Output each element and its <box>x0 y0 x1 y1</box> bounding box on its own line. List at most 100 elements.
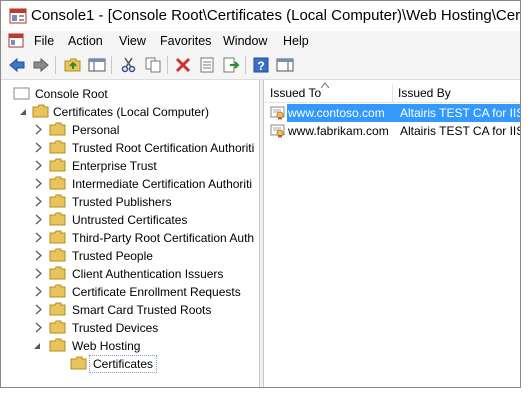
delete-icon <box>175 57 191 73</box>
expand-arrow-icon[interactable] <box>34 268 43 279</box>
cut-button[interactable] <box>119 55 139 75</box>
expand-arrow-icon[interactable] <box>34 232 43 243</box>
tree-node-store[interactable]: Enterprise Trust <box>25 157 259 175</box>
menu-action[interactable]: Action <box>68 34 103 48</box>
collapse-arrow-icon[interactable] <box>33 340 42 351</box>
folder-icon <box>49 140 66 154</box>
expand-arrow-icon[interactable] <box>34 286 43 297</box>
toolbar: ? <box>1 51 520 80</box>
menu-help[interactable]: Help <box>283 34 309 48</box>
menu-file[interactable]: File <box>34 34 54 48</box>
tree-node-label: Third-Party Root Certification Auth <box>72 231 255 245</box>
tree-node-label: Trusted Devices <box>72 321 159 335</box>
help-button[interactable]: ? <box>251 55 271 75</box>
title-bar[interactable]: Console1 - [Console Root\Certificates (L… <box>1 1 520 32</box>
console-tree: Console Root Certificates (Local Compute… <box>1 80 260 387</box>
cell-issued-to: www.fabrikam.com <box>288 124 389 138</box>
sort-ascending-icon <box>321 82 329 88</box>
export-list-button[interactable] <box>221 55 241 75</box>
folder-icon <box>49 194 66 208</box>
expand-arrow-icon[interactable] <box>34 322 43 333</box>
expand-arrow-icon[interactable] <box>34 178 43 189</box>
tree-node-store[interactable]: Trusted Publishers <box>25 193 259 211</box>
tree-node-web-hosting-certificates[interactable]: Certificates <box>65 355 158 373</box>
folder-icon <box>49 212 66 226</box>
window-title: Console1 - [Console Root\Certificates (L… <box>31 7 521 24</box>
tree-node-console-root[interactable]: Console Root <box>5 85 205 103</box>
certificate-icon <box>270 106 285 120</box>
expand-arrow-icon[interactable] <box>34 160 43 171</box>
folder-icon <box>49 266 66 280</box>
back-icon <box>9 57 25 73</box>
certificate-store-icon <box>32 104 49 118</box>
back-button[interactable] <box>7 55 27 75</box>
toolbar-separator <box>55 56 56 74</box>
tree-node-label: Certificate Enrollment Requests <box>72 285 241 299</box>
tree-node-store[interactable]: Trusted Root Certification Authoriti <box>25 139 259 157</box>
certificate-icon <box>270 124 285 138</box>
column-header-issued-by[interactable]: Issued By <box>398 86 451 100</box>
tree-node-store[interactable]: Web Hosting <box>25 337 259 355</box>
expand-arrow-icon[interactable] <box>34 196 43 207</box>
tree-node-store[interactable]: Third-Party Root Certification Auth <box>25 229 259 247</box>
collapse-arrow-icon[interactable] <box>19 106 28 117</box>
up-one-level-button[interactable] <box>63 55 83 75</box>
torn-edge-right <box>521 0 531 403</box>
expand-arrow-icon[interactable] <box>34 250 43 261</box>
menu-favorites[interactable]: Favorites <box>160 34 211 48</box>
cell-issued-to: www.contoso.com <box>287 104 396 122</box>
column-header-issued-to[interactable]: Issued To <box>270 86 321 100</box>
properties-button[interactable] <box>197 55 217 75</box>
tree-node-store[interactable]: Untrusted Certificates <box>25 211 259 229</box>
menu-window[interactable]: Window <box>223 34 267 48</box>
tree-node-store[interactable]: Client Authentication Issuers <box>25 265 259 283</box>
export-list-icon <box>223 57 240 73</box>
folder-icon <box>49 284 66 298</box>
tree-node-label: Client Authentication Issuers <box>72 267 224 281</box>
expand-arrow-icon[interactable] <box>34 142 43 153</box>
tree-node-store[interactable]: Trusted People <box>25 247 259 265</box>
expand-arrow-icon[interactable] <box>34 124 43 135</box>
tree-node-store[interactable]: Smart Card Trusted Roots <box>25 301 259 319</box>
column-divider[interactable] <box>392 84 393 102</box>
tree-node-certificates-local-computer[interactable]: Certificates (Local Computer) <box>5 103 255 121</box>
folder-icon <box>70 356 87 370</box>
expand-arrow-icon[interactable] <box>34 304 43 315</box>
forward-icon <box>33 57 49 73</box>
tree-node-label: Trusted People <box>72 249 153 263</box>
copy-button[interactable] <box>143 55 163 75</box>
tree-node-label: Console Root <box>35 87 108 101</box>
expand-arrow-icon[interactable] <box>34 214 43 225</box>
tree-node-label: Enterprise Trust <box>72 159 157 173</box>
show-hide-tree-icon <box>88 58 106 72</box>
cut-icon <box>121 57 136 73</box>
menu-view[interactable]: View <box>119 34 146 48</box>
folder-icon <box>49 230 66 244</box>
mmc-app-icon <box>9 8 27 24</box>
tree-node-label: Intermediate Certification Authoriti <box>72 177 253 191</box>
toolbar-separator <box>111 56 112 74</box>
properties-icon <box>200 57 214 73</box>
show-hide-tree-button[interactable] <box>87 55 107 75</box>
tree-node-store[interactable]: Certificate Enrollment Requests <box>25 283 259 301</box>
tree-node-label: Certificates (Local Computer) <box>53 105 210 119</box>
forward-button[interactable] <box>31 55 51 75</box>
certificate-row[interactable]: www.fabrikam.com Altairis TEST CA for IIS… <box>266 122 520 140</box>
toolbar-separator <box>245 56 246 74</box>
tree-node-store[interactable]: Trusted Devices <box>25 319 259 337</box>
tree-node-label-selected: Certificates <box>89 355 158 373</box>
console-menu-icon[interactable] <box>8 33 24 48</box>
delete-button[interactable] <box>173 55 193 75</box>
folder-icon <box>49 176 66 190</box>
results-pane: Issued To Issued By www.contoso.com Altai… <box>263 80 520 387</box>
show-action-pane-button[interactable] <box>275 55 295 75</box>
tree-node-store[interactable]: Personal <box>25 121 259 139</box>
up-folder-icon <box>64 58 81 72</box>
torn-edge-bottom <box>0 391 531 403</box>
folder-icon <box>49 158 66 172</box>
mmc-window: Console1 - [Console Root\Certificates (L… <box>0 0 521 388</box>
certificate-row[interactable]: www.contoso.comAltairis TEST CA for IIS … <box>266 104 520 122</box>
tree-node-store[interactable]: Intermediate Certification Authoriti <box>25 175 259 193</box>
svg-text:?: ? <box>257 59 264 73</box>
tree-node-label: Untrusted Certificates <box>72 213 188 227</box>
